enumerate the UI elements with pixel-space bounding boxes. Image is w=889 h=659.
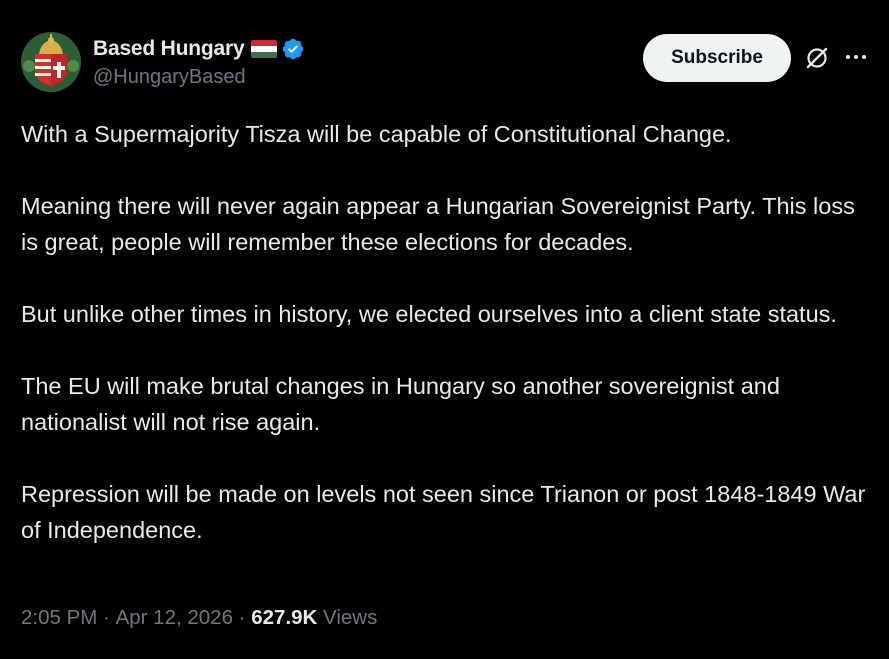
post-metadata: 2:05 PM · Apr 12, 2026 · 627.9K Views bbox=[21, 606, 377, 630]
post-time[interactable]: 2:05 PM bbox=[21, 606, 97, 630]
post-header: Based Hungary @HungaryBased Subscribe bbox=[21, 30, 871, 94]
post: Based Hungary @HungaryBased Subscribe Wi… bbox=[0, 0, 889, 659]
post-paragraph: The EU will make brutal changes in Hunga… bbox=[21, 373, 780, 435]
subscribe-button[interactable]: Subscribe bbox=[643, 34, 791, 82]
author-names: Based Hungary @HungaryBased bbox=[93, 34, 305, 89]
views-label: Views bbox=[323, 606, 378, 629]
views-count: 627.9K bbox=[251, 606, 318, 629]
meta-separator: · bbox=[232, 606, 252, 629]
post-paragraph: Meaning there will never again appear a … bbox=[21, 193, 855, 255]
avatar[interactable] bbox=[21, 32, 81, 92]
more-icon[interactable] bbox=[843, 44, 869, 70]
grok-icon[interactable] bbox=[803, 44, 831, 72]
author-handle[interactable]: @HungaryBased bbox=[93, 66, 305, 89]
display-name-row: Based Hungary bbox=[93, 34, 305, 64]
post-date[interactable]: Apr 12, 2026 bbox=[116, 606, 233, 630]
meta-separator: · bbox=[97, 606, 116, 629]
post-text: With a Supermajority Tisza will be capab… bbox=[21, 116, 873, 584]
post-paragraph: Repression will be made on levels not se… bbox=[21, 481, 866, 543]
verified-badge-icon[interactable] bbox=[281, 37, 305, 61]
display-name[interactable]: Based Hungary bbox=[93, 37, 245, 61]
coat-of-arms-icon bbox=[21, 32, 81, 92]
post-paragraph: With a Supermajority Tisza will be capab… bbox=[21, 121, 732, 147]
hungary-flag-icon bbox=[251, 40, 278, 58]
post-paragraph: But unlike other times in history, we el… bbox=[21, 301, 837, 327]
